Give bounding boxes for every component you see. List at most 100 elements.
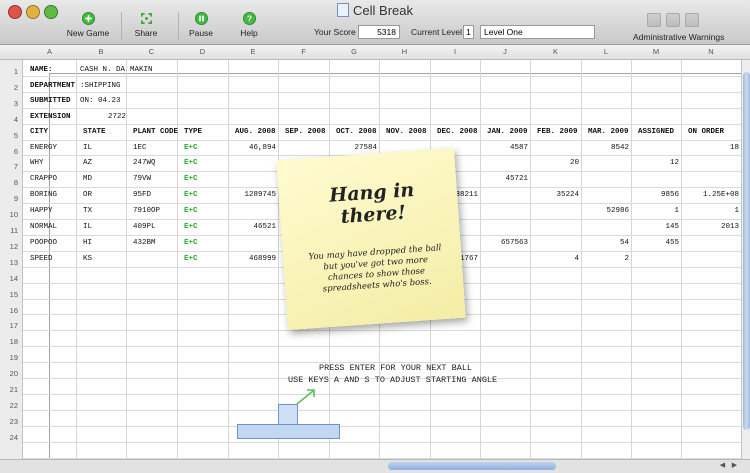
table-cell: KS: [83, 254, 93, 263]
row-header-11[interactable]: 11: [0, 226, 18, 235]
column-header-bar: ABCDEFGHIJKLMN: [0, 45, 750, 60]
row-header-10[interactable]: 10: [0, 210, 18, 219]
table-cell: E+C: [184, 238, 198, 247]
scroll-right-arrow[interactable]: ▶: [730, 461, 739, 471]
table-cell: 409PL: [133, 223, 156, 231]
note-title: Hang in there!: [328, 178, 415, 229]
horizontal-scrollbar[interactable]: ◀ ▶: [0, 459, 750, 473]
help-button[interactable]: ? Help: [236, 12, 262, 38]
row-header-20[interactable]: 20: [0, 369, 18, 378]
row-header-7[interactable]: 7: [0, 162, 18, 171]
row-header-3[interactable]: 3: [0, 99, 18, 108]
table-cell: 95FD: [133, 191, 152, 200]
extension-label: EXTENSION: [30, 113, 71, 121]
new-game-button[interactable]: New Game: [66, 12, 110, 38]
table-cell: 1: [674, 207, 679, 216]
sticky-note: Hang in there! You may have dropped the …: [276, 147, 466, 331]
table-header-cell: PLANT CODE: [133, 127, 179, 136]
column-header-n[interactable]: N: [681, 47, 741, 56]
admin-warning-slot-1: [647, 13, 661, 27]
table-cell: IL: [83, 143, 93, 152]
share-button[interactable]: Share: [130, 12, 162, 38]
row-header-19[interactable]: 19: [0, 353, 18, 362]
table-cell: 4587: [509, 143, 528, 152]
column-header-m[interactable]: M: [631, 47, 681, 56]
name-extra: MAKIN: [130, 66, 153, 74]
admin-warning-slot-2: [666, 13, 680, 27]
column-header-g[interactable]: G: [329, 47, 379, 56]
column-header-a[interactable]: A: [23, 47, 76, 56]
column-header-h[interactable]: H: [379, 47, 430, 56]
row-header-bar: 1 2 3 4 5 6 7 8 9 10 11 12 13 14 15 16 17 18 19 20 21 22 23 24: [0, 60, 23, 470]
table-cell: 35224: [556, 191, 579, 200]
row-header-18[interactable]: 18: [0, 337, 18, 346]
table-cell: E+C: [184, 191, 198, 200]
row-header-21[interactable]: 21: [0, 385, 18, 394]
grid-row-line: [23, 330, 741, 332]
table-cell: 2013: [720, 223, 739, 231]
plus-icon: [81, 12, 95, 25]
extension-value: 2722: [107, 113, 126, 121]
table-header-cell: JAN. 2009: [487, 127, 528, 136]
grid-column-line: [581, 60, 582, 470]
column-header-j[interactable]: J: [480, 47, 530, 56]
row-header-13[interactable]: 13: [0, 258, 18, 267]
horizontal-scroll-thumb[interactable]: [388, 462, 556, 470]
column-header-f[interactable]: F: [278, 47, 329, 56]
paddle[interactable]: [237, 424, 340, 439]
table-cell: 1.25E+08: [702, 191, 739, 200]
row-header-14[interactable]: 14: [0, 274, 18, 283]
column-header-e[interactable]: E: [228, 47, 278, 56]
toolbar-separator: [178, 12, 179, 40]
grid-column-line: [530, 60, 531, 470]
table-cell: E+C: [184, 143, 198, 152]
row-header-2[interactable]: 2: [0, 83, 18, 92]
row-header-4[interactable]: 4: [0, 115, 18, 124]
row-header-9[interactable]: 9: [0, 194, 18, 203]
score-label: Your Score: [314, 27, 356, 37]
table-header-cell: MAR. 2009: [588, 127, 629, 136]
vertical-scrollbar[interactable]: [741, 60, 750, 470]
row-header-16[interactable]: 16: [0, 306, 18, 315]
grid-row-line: [23, 393, 741, 395]
table-cell: 8542: [610, 143, 629, 152]
row-header-5[interactable]: 5: [0, 131, 18, 140]
submitted-label: SUBMITTED: [30, 97, 71, 105]
table-cell: 27584: [354, 143, 377, 152]
row-header-23[interactable]: 23: [0, 417, 18, 426]
row-header-24[interactable]: 24: [0, 433, 18, 442]
row-header-22[interactable]: 22: [0, 401, 18, 410]
column-header-i[interactable]: I: [430, 47, 480, 56]
pause-button[interactable]: Pause: [186, 12, 216, 38]
column-header-k[interactable]: K: [530, 47, 581, 56]
row-header-17[interactable]: 17: [0, 321, 18, 330]
column-header-d[interactable]: D: [177, 47, 228, 56]
table-cell: 54: [619, 238, 629, 247]
vertical-scroll-thumb[interactable]: [743, 72, 750, 430]
table-cell: 145: [665, 223, 679, 231]
row-header-1[interactable]: 1: [0, 67, 18, 76]
grid-row-line: [23, 107, 741, 109]
row-header-12[interactable]: 12: [0, 242, 18, 251]
grid-row-line: [23, 441, 741, 443]
table-cell: OR: [83, 191, 93, 200]
scroll-left-arrow[interactable]: ◀: [718, 461, 727, 471]
column-header-b[interactable]: B: [76, 47, 126, 56]
grid-column-line: [76, 60, 77, 470]
grid-column-line: [480, 60, 481, 470]
table-cell: ENERGY: [30, 143, 58, 152]
toolbar: Cell Break New Game Share Pause ? Help Y…: [0, 0, 750, 45]
table-header-cell: ON ORDER: [688, 127, 725, 136]
table-cell: E+C: [184, 223, 198, 231]
row-header-15[interactable]: 15: [0, 290, 18, 299]
table-cell: POOPOO: [30, 238, 58, 247]
column-header-l[interactable]: L: [581, 47, 631, 56]
table-cell: 432BM: [133, 238, 156, 247]
table-cell: 79VW: [133, 175, 152, 184]
row-header-6[interactable]: 6: [0, 147, 18, 156]
grid-row-line: [23, 139, 741, 141]
column-header-c[interactable]: C: [126, 47, 177, 56]
note-body: You may have dropped the ball but you've…: [308, 243, 442, 295]
row-header-8[interactable]: 8: [0, 178, 18, 187]
table-cell: AZ: [83, 159, 93, 168]
